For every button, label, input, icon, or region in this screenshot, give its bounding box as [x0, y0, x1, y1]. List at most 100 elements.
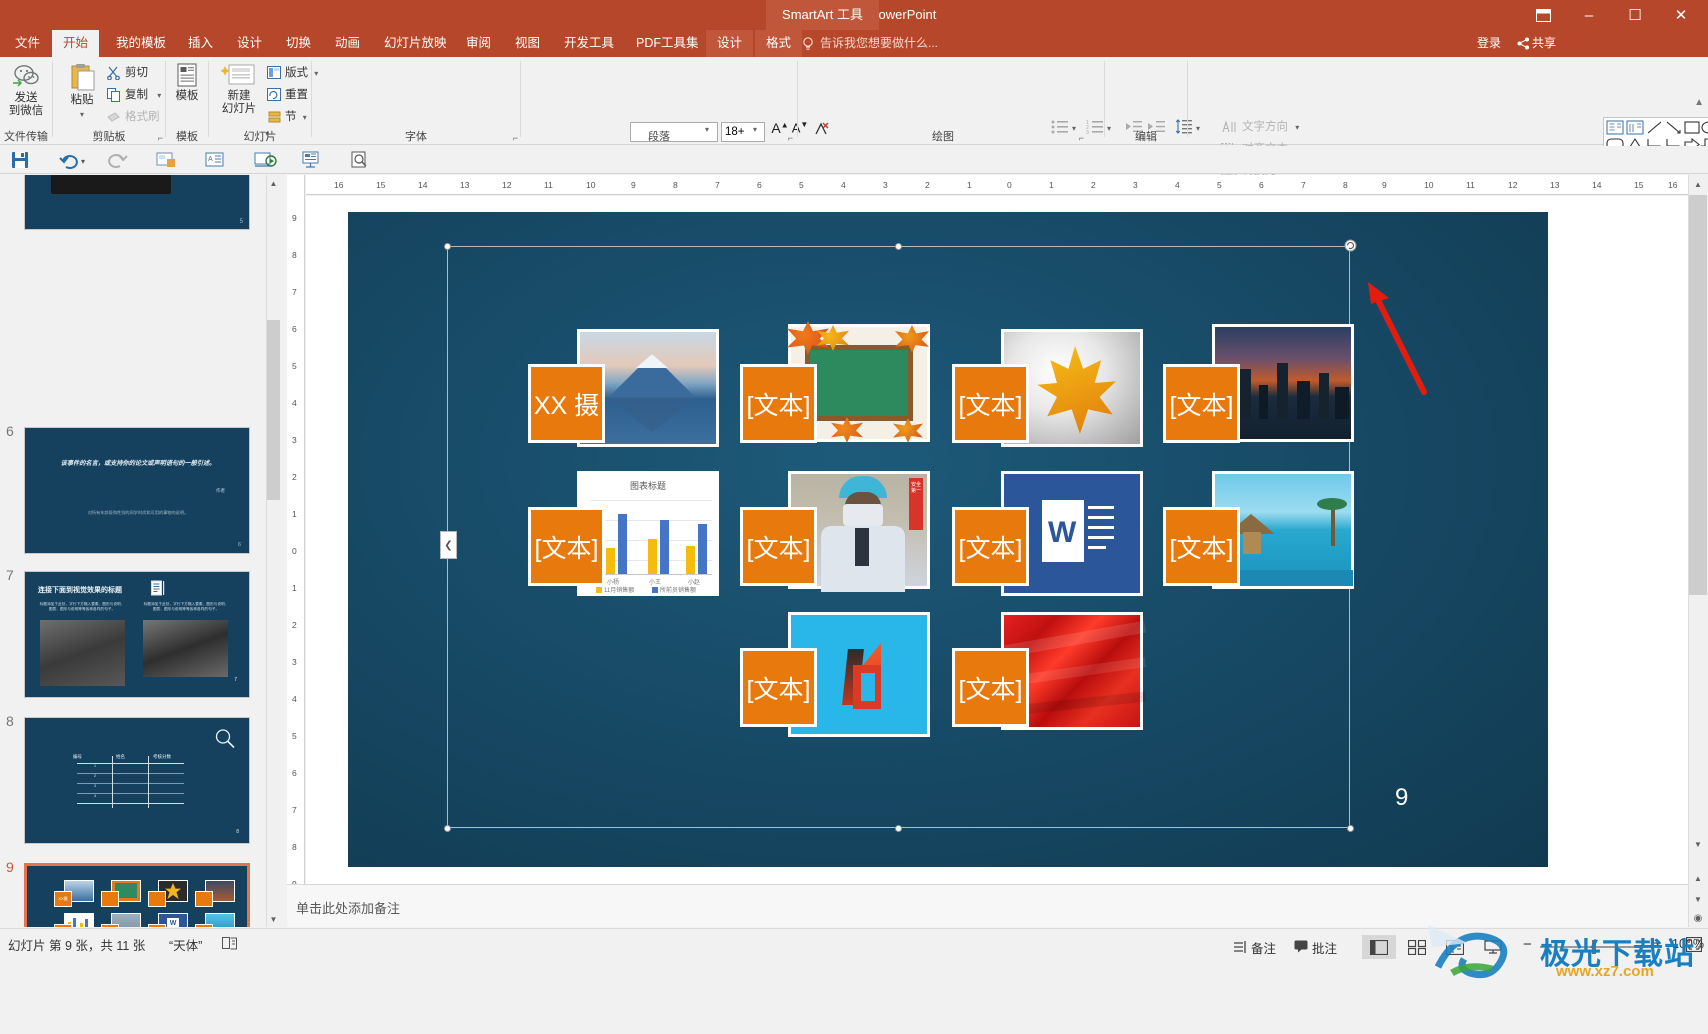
print-preview-icon[interactable]: [349, 150, 371, 170]
selection-handle-br[interactable]: [1347, 825, 1354, 832]
tab-home[interactable]: 开始: [52, 30, 100, 57]
thumb-scroll-down-icon[interactable]: ▼: [267, 911, 280, 927]
tab-smartart-design[interactable]: 设计: [706, 30, 754, 57]
slide-sorter-icon[interactable]: [1400, 935, 1434, 959]
selection-handle-bl[interactable]: [444, 825, 451, 832]
tab-slideshow[interactable]: 幻灯片放映: [373, 30, 458, 57]
tab-review[interactable]: 审阅: [455, 30, 502, 57]
smartart-text-pane-toggle[interactable]: ❮: [440, 531, 457, 559]
zoom-slider-handle[interactable]: [1592, 940, 1596, 954]
tab-transitions[interactable]: 切换: [275, 30, 322, 57]
tile-label-3[interactable]: [文本]: [952, 364, 1029, 443]
maximize-button[interactable]: ☐: [1612, 0, 1658, 30]
paste-button[interactable]: 粘贴 ▾: [59, 63, 105, 121]
share-button[interactable]: 共享: [1532, 30, 1556, 57]
slide-thumbnail-9[interactable]: XX摄 W 9: [24, 863, 250, 927]
tile-label-2[interactable]: [文本]: [740, 364, 817, 443]
share-icon[interactable]: [1517, 37, 1530, 50]
comments-button[interactable]: 批注: [1312, 938, 1337, 957]
thumb-scroll-up-icon[interactable]: ▲: [267, 175, 280, 191]
drawing-dialog-launcher[interactable]: ⌐: [1079, 133, 1084, 143]
tile-label-9[interactable]: [文本]: [740, 648, 817, 727]
tile-label-8[interactable]: [文本]: [1163, 507, 1240, 586]
tell-me-box[interactable]: 告诉我您想要做什么...: [798, 30, 938, 57]
next-slide-icon[interactable]: ▼: [1688, 890, 1708, 908]
copy-button[interactable]: 复制 ▾: [107, 85, 161, 105]
slide-thumbnail-6[interactable]: 该事件的名言，或支持你的论文或声明语句的一般引述。 作者 对所有年龄段和性别的同…: [24, 427, 250, 554]
notes-button[interactable]: 备注: [1251, 938, 1276, 957]
slide-editing-area[interactable]: ❮ XX 摄 [文本] [文本] [文本] 图表标题 小杨 小王 小赵 11月销…: [306, 196, 1688, 884]
collapse-ribbon-icon[interactable]: ▲: [1694, 97, 1704, 108]
slide-area-scrollbar[interactable]: ▲ ▼ ▲ ▼ ◉: [1688, 175, 1708, 927]
text-direction-button[interactable]: 文字方向 ▾: [1221, 117, 1299, 137]
slide-thumbnail-7[interactable]: 连接下面到视觉效果的标题 标题添加于此处，字行下方输入要素、图形与说明、图表、图…: [24, 571, 250, 698]
text-box-icon[interactable]: A: [204, 150, 226, 170]
ribbon-display-options-icon[interactable]: [1520, 0, 1566, 30]
previous-slide-icon[interactable]: ▲: [1688, 869, 1708, 887]
scrollbar-handle[interactable]: [1689, 195, 1707, 595]
redo-icon[interactable]: [106, 150, 128, 170]
cut-button[interactable]: 剪切: [107, 63, 148, 83]
clipboard-dialog-launcher[interactable]: ⌐: [158, 133, 163, 143]
line-spacing-dropdown-arrow[interactable]: ▾: [1196, 124, 1200, 133]
notes-icon[interactable]: [1233, 940, 1248, 954]
close-button[interactable]: ✕: [1658, 0, 1704, 30]
tile-label-10[interactable]: [文本]: [952, 648, 1029, 727]
back-to-previous-icon[interactable]: ◉: [1688, 909, 1708, 927]
tile-label-7[interactable]: [文本]: [952, 507, 1029, 586]
send-to-wechat-button[interactable]: 发送 到微信: [0, 63, 52, 118]
tab-design[interactable]: 设计: [226, 30, 273, 57]
save-icon[interactable]: [10, 150, 32, 170]
section-button[interactable]: 节 ▾: [267, 107, 307, 127]
text-direction-dropdown-arrow[interactable]: ▾: [1295, 123, 1299, 132]
reset-button[interactable]: 重置: [267, 85, 308, 105]
tab-file[interactable]: 文件: [4, 30, 51, 57]
scroll-down-icon[interactable]: ▼: [1688, 835, 1708, 853]
tile-label-4[interactable]: [文本]: [1163, 364, 1240, 443]
slide-thumbnail-panel[interactable]: 5 6 该事件的名言，或支持你的论文或声明语句的一般引述。 作者 对所有年龄段和…: [0, 175, 283, 927]
undo-dropdown-arrow[interactable]: ▾: [81, 157, 85, 166]
comments-icon[interactable]: [1294, 940, 1309, 953]
zoom-out-button[interactable]: −: [1523, 936, 1532, 953]
notes-pane[interactable]: 单击此处添加备注: [287, 884, 1688, 927]
tab-developer[interactable]: 开发工具: [553, 30, 625, 57]
thumb-scrollbar-handle[interactable]: [267, 320, 280, 500]
selection-handle-bc[interactable]: [895, 825, 902, 832]
language-proofing-icon[interactable]: [222, 937, 238, 951]
template-button[interactable]: 模板: [168, 63, 206, 103]
selection-handle-tc[interactable]: [895, 243, 902, 250]
tab-pdf-tools[interactable]: PDF工具集: [625, 30, 710, 57]
tile-label-1[interactable]: XX 摄: [528, 364, 605, 443]
copy-dropdown-arrow[interactable]: ▾: [157, 91, 161, 100]
tile-label-6[interactable]: [文本]: [740, 507, 817, 586]
tab-view[interactable]: 视图: [504, 30, 551, 57]
slide-thumbnail-5[interactable]: 5: [24, 175, 250, 230]
tab-my-templates[interactable]: 我的模板: [105, 30, 177, 57]
tab-animations[interactable]: 动画: [324, 30, 371, 57]
sign-in-button[interactable]: 登录: [1477, 30, 1501, 57]
paste-dropdown-arrow[interactable]: ▾: [59, 108, 105, 121]
paragraph-dialog-launcher[interactable]: ⌐: [788, 133, 793, 143]
tab-smartart-format[interactable]: 格式: [755, 30, 803, 57]
tab-insert[interactable]: 插入: [177, 30, 224, 57]
slide-thumbnail-8[interactable]: 编号 姓名 考核分数 1 2 3 4 8: [24, 717, 250, 844]
current-slide[interactable]: ❮ XX 摄 [文本] [文本] [文本] 图表标题 小杨 小王 小赵 11月销…: [348, 212, 1548, 867]
minimize-button[interactable]: –: [1566, 0, 1612, 30]
thumbnail-panel-scrollbar[interactable]: [266, 175, 281, 927]
notes-placeholder[interactable]: 单击此处添加备注: [296, 898, 400, 917]
section-dropdown-arrow[interactable]: ▾: [303, 113, 307, 122]
reading-view-icon[interactable]: [1438, 935, 1472, 959]
zoom-in-button[interactable]: +: [1653, 935, 1662, 952]
fit-to-window-icon[interactable]: [1686, 937, 1702, 952]
format-painter-button[interactable]: 格式刷: [107, 107, 160, 127]
font-dialog-launcher[interactable]: ⌐: [513, 133, 518, 143]
normal-view-icon[interactable]: [1362, 935, 1396, 959]
scroll-up-icon[interactable]: ▲: [1688, 175, 1708, 193]
new-slide-button[interactable]: 新建 幻灯片: [213, 63, 265, 116]
present-online-icon[interactable]: [253, 150, 277, 170]
slideshow-current-icon[interactable]: [300, 150, 322, 170]
new-slide-icon[interactable]: [155, 150, 177, 170]
rotate-handle[interactable]: [1344, 239, 1357, 252]
selection-handle-tl[interactable]: [444, 243, 451, 250]
tile-label-5[interactable]: [文本]: [528, 507, 605, 586]
